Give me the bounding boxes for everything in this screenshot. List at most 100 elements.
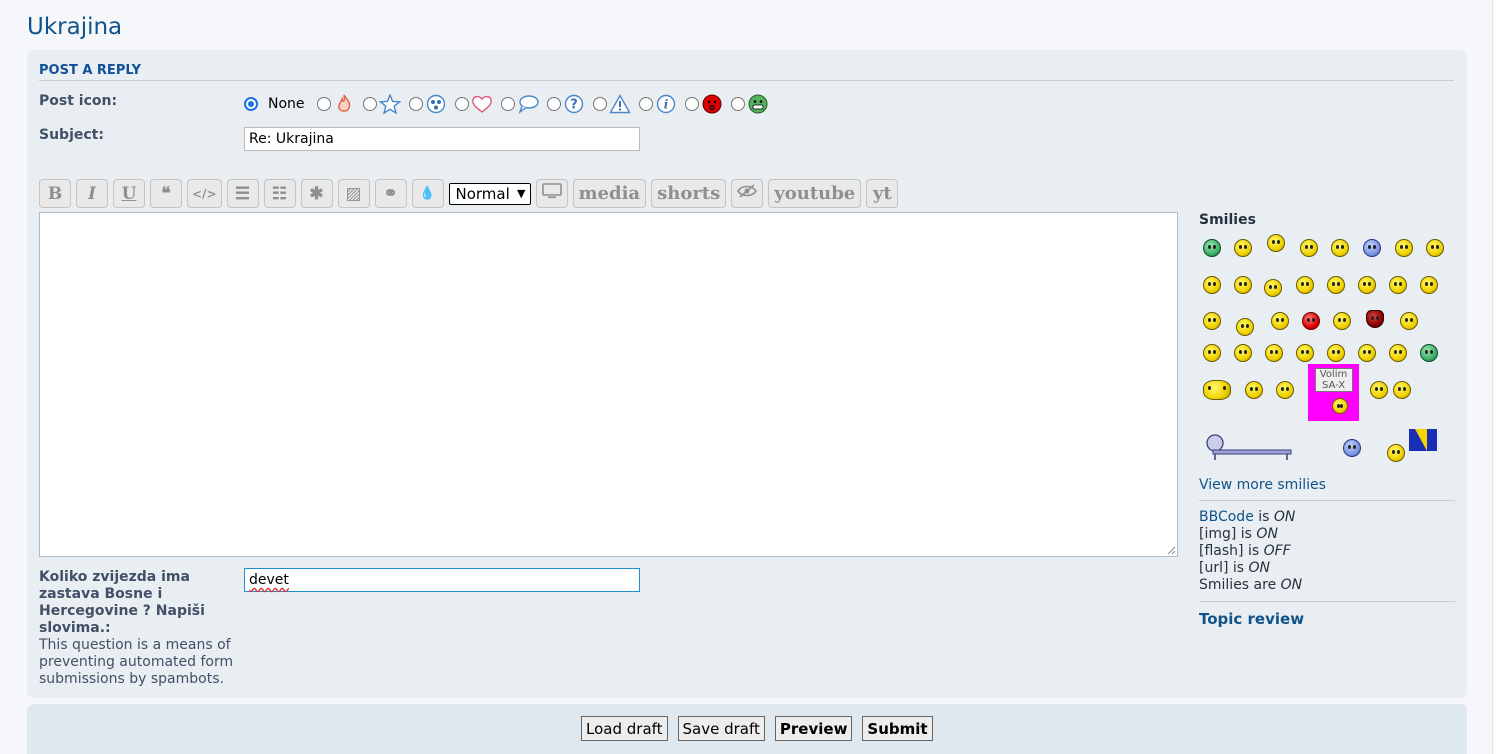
smiley-mask[interactable] (1203, 380, 1231, 400)
smiley-idea[interactable] (1327, 344, 1345, 362)
quote-button[interactable]: ❝ (150, 179, 182, 208)
subject-input[interactable]: Re: Ukrajina (244, 127, 640, 151)
underline-button[interactable]: U (113, 179, 145, 208)
smilies-heading: Smilies (1199, 212, 1256, 228)
smiley-smile-3[interactable] (1276, 381, 1294, 399)
preview-button[interactable]: Preview (774, 716, 853, 741)
smiley-shy[interactable] (1296, 276, 1314, 294)
smiley-twisted[interactable] (1400, 312, 1418, 330)
resize-handle[interactable] (1166, 545, 1176, 555)
posting-options-status: BBCode is ON [img] is ON [flash] is OFF … (1199, 509, 1455, 594)
green-grin-icon (747, 93, 769, 115)
smiley-smile[interactable] (1300, 239, 1318, 257)
youtube-button[interactable]: youtube (768, 179, 862, 208)
speech-bubble-icon (517, 93, 539, 115)
smiley-question[interactable] (1264, 279, 1282, 297)
yt-button[interactable]: yt (866, 179, 899, 208)
smiley-green[interactable] (1420, 344, 1438, 362)
smiley-tongue[interactable] (1203, 312, 1221, 330)
svg-text:i: i (663, 98, 668, 112)
post-icon-mad-radio[interactable] (684, 97, 699, 111)
smiley-mad[interactable] (1302, 312, 1320, 330)
smiley-arrow[interactable] (1358, 344, 1376, 362)
smiley-question-mark[interactable] (1296, 344, 1314, 362)
question-icon: ? (563, 93, 585, 115)
smiley-bench[interactable] (1203, 434, 1293, 460)
sign-board: Volim SA-X (1314, 368, 1353, 392)
post-icon-info-radio[interactable] (638, 97, 653, 111)
smiley-flag-holder[interactable] (1387, 444, 1405, 462)
page-scrollbar[interactable] (1492, 0, 1498, 754)
smiley-angry[interactable] (1420, 276, 1438, 294)
info-icon: i (655, 93, 677, 115)
message-textarea[interactable] (39, 212, 1178, 557)
smiley-grin[interactable] (1389, 276, 1407, 294)
smiley-cool[interactable] (1327, 276, 1345, 294)
media-button[interactable]: media (572, 179, 647, 208)
save-draft-button[interactable]: Save draft (677, 716, 765, 741)
topic-review-link[interactable]: Topic review (1199, 610, 1455, 628)
post-icon-radioactive-radio[interactable] (408, 97, 423, 111)
smilies-sidebar: Smilies Volim SA-X View more smilies BBC… (1199, 212, 1455, 628)
smiley-stick-figure[interactable] (1267, 234, 1285, 252)
monitor-button[interactable] (535, 179, 568, 208)
smiley-thumbs-up[interactable] (1343, 439, 1361, 457)
bbcode-link[interactable]: BBCode (1199, 509, 1254, 525)
smiley-confused[interactable] (1234, 276, 1252, 294)
smiley-green-grin[interactable] (1203, 239, 1221, 257)
view-more-smilies-link[interactable]: View more smilies (1199, 477, 1326, 493)
smiley-pair-1[interactable] (1370, 381, 1388, 399)
post-icon-green-radio[interactable] (730, 97, 745, 111)
smiley-pair-2[interactable] (1393, 381, 1411, 399)
post-icon-fire-radio[interactable] (316, 97, 331, 111)
post-icon-warning-radio[interactable] (592, 97, 607, 111)
load-draft-button[interactable]: Load draft (581, 716, 668, 741)
smiley-neutral[interactable] (1389, 344, 1407, 362)
smiley-smile-2[interactable] (1245, 381, 1263, 399)
list-button[interactable]: ☰ (226, 179, 259, 208)
post-icon-heart-radio[interactable] (454, 97, 469, 111)
post-icon-none-radio[interactable] (244, 97, 258, 111)
smiley-laugh[interactable] (1234, 239, 1252, 257)
post-icon-question-radio[interactable] (546, 97, 561, 111)
smiley-frown[interactable] (1426, 239, 1444, 257)
mad-smiley-icon (701, 93, 723, 115)
smiley-wink-2[interactable] (1234, 344, 1252, 362)
link-button[interactable]: ⚭ (374, 179, 407, 208)
image-button[interactable]: ▨ (337, 179, 370, 208)
monitor-icon (541, 183, 562, 204)
smiley-blush[interactable] (1271, 312, 1289, 330)
smiley-eyes[interactable] (1395, 239, 1413, 257)
color-button[interactable]: 💧 (411, 179, 444, 208)
ordered-list-button[interactable]: ☷ (263, 179, 296, 208)
smiley-rolleyes[interactable] (1333, 312, 1351, 330)
smiley-sunglasses[interactable] (1358, 276, 1376, 294)
submit-buttons-bar: Load draft Save draft Preview Submit (27, 704, 1467, 754)
italic-button[interactable]: I (76, 179, 108, 208)
post-icon-speech-radio[interactable] (500, 97, 515, 111)
post-icon-label: Post icon: (39, 93, 118, 109)
smiley-happy[interactable] (1203, 344, 1221, 362)
smiley-sleep[interactable] (1236, 318, 1254, 336)
smiley-volim-sign[interactable]: Volim SA-X (1308, 364, 1359, 421)
bold-button[interactable]: B (39, 179, 71, 208)
heart-icon (471, 93, 493, 115)
captcha-answer-input[interactable]: devet (244, 568, 640, 592)
smiley-exclaim[interactable] (1265, 344, 1283, 362)
smiley-surprised[interactable] (1203, 276, 1221, 294)
topic-title[interactable]: Ukrajina (27, 14, 122, 40)
radioactive-icon (425, 93, 447, 115)
sign-smiley (1331, 398, 1348, 414)
spoiler-button[interactable] (731, 179, 764, 208)
shorts-button[interactable]: shorts (651, 179, 727, 208)
list-item-button[interactable]: ✱ (300, 179, 333, 208)
submit-button[interactable]: Submit (862, 716, 933, 741)
smiley-sad-blue[interactable] (1363, 239, 1381, 257)
font-size-select[interactable]: Normal ▼ (448, 182, 531, 205)
smiley-devil[interactable] (1366, 310, 1384, 328)
img-state: ON (1256, 526, 1278, 542)
code-button[interactable]: </> (187, 179, 222, 208)
post-icon-star-radio[interactable] (362, 97, 377, 111)
smiley-wink[interactable] (1331, 239, 1349, 257)
panel-title: POST A REPLY (39, 63, 1454, 81)
